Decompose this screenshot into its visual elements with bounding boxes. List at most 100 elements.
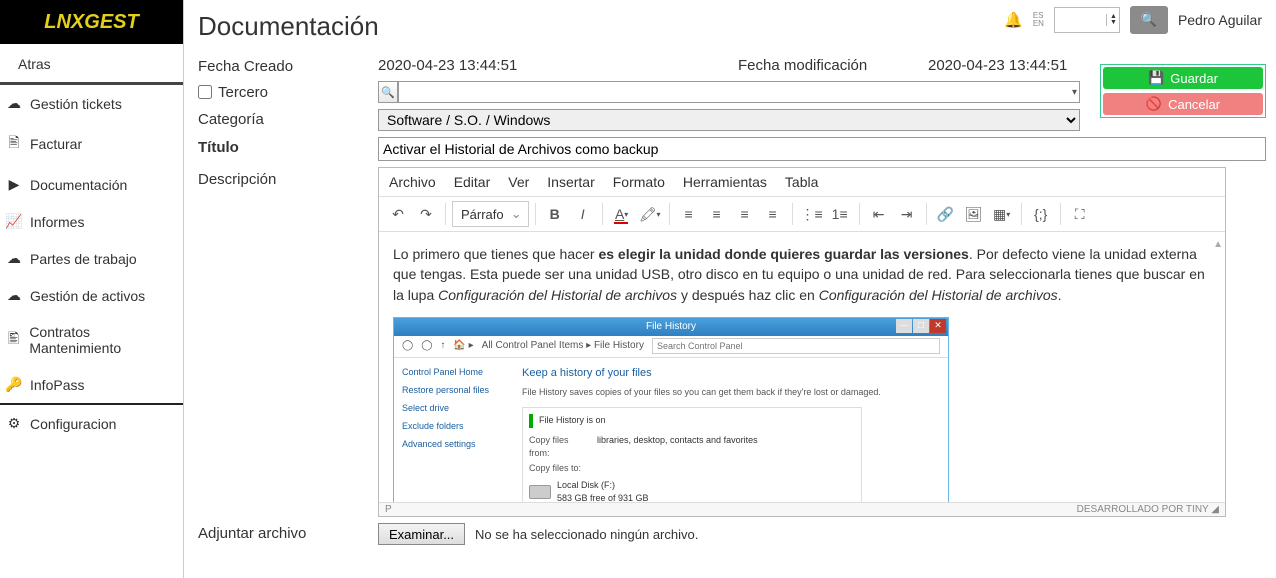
key-icon: 🔑 — [6, 376, 22, 393]
bell-icon[interactable]: 🔔 — [1004, 11, 1023, 29]
sidebar-item-facturar[interactable]: 🖹 Facturar — [0, 122, 183, 166]
search-icon: 🔍 — [1141, 12, 1157, 28]
redo-button[interactable]: ↷ — [413, 201, 439, 227]
menu-formato[interactable]: Formato — [613, 174, 665, 190]
editor-content[interactable]: ▲ Lo primero que tienes que hacer es ele… — [379, 232, 1225, 502]
italic-button[interactable]: I — [570, 201, 596, 227]
editor-toolbar: ↶ ↷ Párrafo B I A▾ 🖍▾ ≡ ≡ ≡ ≡ ⋮≡ — [379, 197, 1225, 232]
cancel-button[interactable]: 🚫Cancelar — [1103, 93, 1263, 115]
tercero-checkbox[interactable] — [198, 85, 212, 99]
cloud-icon: ☁ — [6, 287, 22, 304]
sidebar-item-label: Partes de trabajo — [30, 251, 137, 267]
sidebar-item-label: Contratos Mantenimiento — [29, 324, 179, 356]
fullscreen-button[interactable]: ⛶ — [1067, 201, 1093, 227]
sidebar-item-activos[interactable]: ☁ Gestión de activos — [0, 277, 183, 314]
sidebar-item-infopass[interactable]: 🔑 InfoPass — [0, 366, 183, 403]
sidebar-item-config[interactable]: ⚙ Configuracion — [0, 405, 183, 442]
sidebar-item-label: Informes — [30, 214, 84, 230]
align-left-button[interactable]: ≡ — [676, 201, 702, 227]
doc-icon: 🖺 — [6, 328, 21, 352]
lookup-button[interactable]: 🔍 — [378, 81, 398, 103]
menu-archivo[interactable]: Archivo — [389, 174, 436, 190]
logo: LNXGEST — [0, 0, 183, 44]
fecha-mod-value: 2020-04-23 13:44:51 — [928, 57, 1067, 74]
save-icon: 💾 — [1148, 70, 1164, 86]
disk-icon — [529, 485, 551, 499]
menu-ver[interactable]: Ver — [508, 174, 529, 190]
search-button[interactable]: 🔍 — [1130, 6, 1168, 34]
sidebar-item-informes[interactable]: 📈Informes — [0, 203, 183, 240]
play-icon: ▶ — [6, 176, 22, 193]
paragraph-select[interactable]: Párrafo — [452, 201, 529, 227]
tercero-combo[interactable]: ▾ — [398, 81, 1080, 103]
link-button[interactable]: 🔗 — [933, 201, 959, 227]
menu-herramientas[interactable]: Herramientas — [683, 174, 767, 190]
fecha-creado-value: 2020-04-23 13:44:51 — [378, 57, 738, 74]
sidebar-item-tickets[interactable]: ☁ Gestión tickets — [0, 85, 183, 122]
tercero-row: Tercero — [198, 81, 368, 103]
align-center-button[interactable]: ≡ — [704, 201, 730, 227]
bullet-list-button[interactable]: ⋮≡ — [799, 201, 825, 227]
align-right-button[interactable]: ≡ — [732, 201, 758, 227]
label-titulo: Título — [198, 137, 368, 161]
browse-button[interactable]: Examinar... — [378, 523, 465, 545]
menu-insertar[interactable]: Insertar — [547, 174, 594, 190]
titulo-input[interactable] — [378, 137, 1266, 161]
sidebar-item-label: InfoPass — [30, 377, 84, 393]
menu-editar[interactable]: Editar — [454, 174, 491, 190]
window-title: File History — [646, 320, 696, 335]
editor-statusbar: P DESARROLLADO POR TINY ◢ — [379, 502, 1225, 516]
cloud-icon: ☁ — [6, 95, 22, 112]
cloud-icon: ☁ — [6, 250, 22, 267]
number-list-button[interactable]: 1≡ — [827, 201, 853, 227]
label-adjuntar: Adjuntar archivo — [198, 523, 368, 545]
text-color-button[interactable]: A▾ — [609, 201, 635, 227]
indent-button[interactable]: ⇥ — [894, 201, 920, 227]
gear-icon: ⚙ — [6, 415, 22, 432]
label-descripcion: Descripción — [198, 167, 368, 188]
nav-back-icon: ◯ — [402, 339, 413, 354]
doc-icon: 🖹 — [6, 132, 22, 156]
lang-select[interactable]: ▲▼ — [1054, 7, 1120, 33]
close-icon: ✕ — [930, 319, 946, 333]
sidebar-item-partes[interactable]: ☁ Partes de trabajo — [0, 240, 183, 277]
main: Documentación 🔔 ESEN ▲▼ 🔍 Pedro Aguilar … — [184, 0, 1276, 578]
breadcrumb: All Control Panel Items ▸ File History — [482, 339, 644, 354]
undo-button[interactable]: ↶ — [385, 201, 411, 227]
align-justify-button[interactable]: ≡ — [760, 201, 786, 227]
cp-search — [652, 338, 940, 354]
table-button[interactable]: ▦▾ — [989, 201, 1015, 227]
scroll-hint: ▲ — [1213, 238, 1223, 253]
label-tercero: Tercero — [218, 84, 268, 101]
min-icon: — — [896, 319, 912, 333]
max-icon: ☐ — [913, 319, 929, 333]
cancel-icon: 🚫 — [1146, 96, 1162, 112]
bold-button[interactable]: B — [542, 201, 568, 227]
user-name[interactable]: Pedro Aguilar — [1178, 12, 1262, 28]
save-button[interactable]: 💾Guardar — [1103, 67, 1263, 89]
nav-fwd-icon: ◯ — [421, 339, 432, 354]
sidebar-item-label: Configuracion — [30, 416, 116, 432]
menu-tabla[interactable]: Tabla — [785, 174, 818, 190]
sidebar: LNXGEST Atras ☁ Gestión tickets 🖹 Facturar… — [0, 0, 184, 578]
sidebar-item-label: Documentación — [30, 177, 127, 193]
sidebar-item-label: Facturar — [30, 136, 82, 152]
image-button[interactable]: 🖼 — [961, 201, 987, 227]
editor-menubar: Archivo Editar Ver Insertar Formato Herr… — [379, 168, 1225, 197]
lang-indicator: ESEN — [1033, 12, 1044, 28]
sidebar-item-label: Gestión de activos — [30, 288, 145, 304]
no-file-text: No se ha seleccionado ningún archivo. — [475, 527, 698, 542]
sidebar-item-contratos[interactable]: 🖺 Contratos Mantenimiento — [0, 314, 183, 366]
page-title: Documentación — [198, 11, 379, 42]
action-buttons: 💾Guardar 🚫Cancelar — [1100, 64, 1266, 118]
sidebar-item-documentacion[interactable]: ▶ Documentación — [0, 166, 183, 203]
categoria-select[interactable]: Software / S.O. / Windows — [378, 109, 1080, 131]
embedded-screenshot: File History — ☐ ✕ ◯ ◯ ↑ 🏠 ▸ All Control… — [393, 317, 949, 502]
sidebar-item-label: Gestión tickets — [30, 96, 122, 112]
label-fecha-creado: Fecha Creado — [198, 56, 368, 75]
outdent-button[interactable]: ⇤ — [866, 201, 892, 227]
highlight-button[interactable]: 🖍▾ — [637, 201, 663, 227]
code-button[interactable]: {;} — [1028, 201, 1054, 227]
sidebar-back[interactable]: Atras — [0, 44, 183, 85]
rich-editor: Archivo Editar Ver Insertar Formato Herr… — [378, 167, 1226, 517]
